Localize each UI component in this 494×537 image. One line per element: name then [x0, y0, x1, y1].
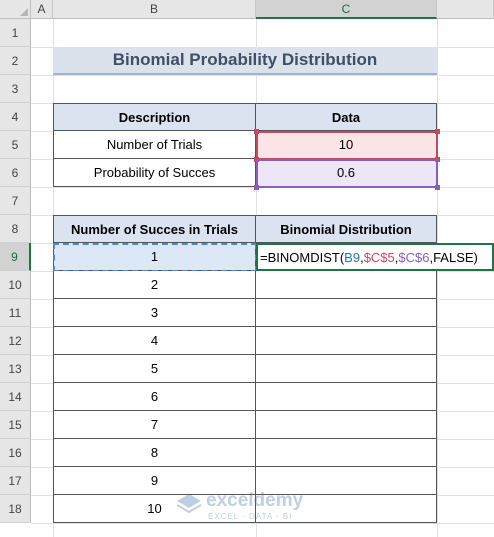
select-all-corner[interactable]	[0, 0, 31, 19]
gridline	[437, 19, 438, 537]
sheet-title[interactable]: Binomial Probability Distribution	[53, 47, 437, 75]
table2-distribution-cell[interactable]	[256, 411, 437, 439]
gridline	[31, 75, 494, 76]
table1-label-trials[interactable]: Number of Trials	[53, 131, 256, 159]
watermark-tagline: EXCEL · DATA · BI	[208, 512, 293, 521]
table2-success-cell[interactable]: 4	[53, 327, 256, 355]
reference-handle[interactable]	[254, 157, 259, 162]
row-header-14[interactable]: 14	[0, 383, 31, 411]
row-header-6[interactable]: 6	[0, 159, 31, 187]
row-header-7[interactable]: 7	[0, 187, 31, 215]
column-header-c[interactable]: C	[256, 0, 437, 19]
table2-distribution-cell[interactable]	[256, 271, 437, 299]
formula-ref-c6: $C$6	[398, 249, 430, 265]
row-header-11[interactable]: 11	[0, 299, 31, 327]
table2-success-cell[interactable]: 2	[53, 271, 256, 299]
table2-success-cell[interactable]: 3	[53, 299, 256, 327]
row-header-8[interactable]: 8	[0, 215, 31, 243]
row-header-4[interactable]: 4	[0, 103, 31, 131]
table2-distribution-cell[interactable]	[256, 439, 437, 467]
row-header-17[interactable]: 17	[0, 467, 31, 495]
column-header-d[interactable]	[437, 0, 494, 19]
formula-suffix: ,FALSE)	[429, 249, 478, 265]
table1-header-data[interactable]: Data	[256, 103, 437, 131]
row-header-10[interactable]: 10	[0, 271, 31, 299]
reference-handle[interactable]	[435, 185, 440, 190]
exceldemy-watermark: exceldemy EXCEL · DATA · BI	[176, 490, 326, 524]
select-all-triangle-icon	[20, 8, 28, 16]
table1-header-description[interactable]: Description	[53, 103, 256, 131]
formula-ref-b9: B9	[344, 249, 361, 265]
column-header-a[interactable]: A	[31, 0, 53, 19]
row-header-12[interactable]: 12	[0, 327, 31, 355]
row-header-2[interactable]: 2	[0, 47, 31, 75]
table2-distribution-cell[interactable]	[256, 355, 437, 383]
row-header-13[interactable]: 13	[0, 355, 31, 383]
gridline	[31, 187, 494, 188]
table1-value-probability[interactable]: 0.6	[256, 159, 437, 187]
table2-success-cell[interactable]: 1	[53, 243, 256, 271]
table2-success-cell[interactable]: 6	[53, 383, 256, 411]
reference-handle[interactable]	[254, 185, 259, 190]
formula-ref-c5: $C$5	[363, 249, 395, 265]
exceldemy-logo-icon	[176, 494, 202, 514]
reference-handle[interactable]	[254, 129, 259, 134]
row-header-18[interactable]: 18	[0, 495, 31, 523]
row-header-16[interactable]: 16	[0, 439, 31, 467]
formula-prefix: =BINOMDIST(	[260, 249, 345, 265]
watermark-name: exceldemy	[206, 490, 304, 511]
reference-handle[interactable]	[435, 129, 440, 134]
active-cell-formula-input[interactable]: =BINOMDIST(B9, $C$5, $C$6 ,FALSE)	[256, 243, 494, 271]
table2-distribution-cell[interactable]	[256, 383, 437, 411]
table2-distribution-cell[interactable]	[256, 299, 437, 327]
row-header-1[interactable]: 1	[0, 19, 31, 47]
column-header-b[interactable]: B	[53, 0, 256, 19]
table2-header-successes[interactable]: Number of Succes in Trials	[53, 215, 256, 243]
row-header-3[interactable]: 3	[0, 75, 31, 103]
row-header-15[interactable]: 15	[0, 411, 31, 439]
table2-success-cell[interactable]: 5	[53, 355, 256, 383]
table2-success-cell[interactable]: 7	[53, 411, 256, 439]
row-header-9[interactable]: 9	[0, 243, 31, 271]
table1-value-trials[interactable]: 10	[256, 131, 437, 159]
table2-distribution-cell[interactable]	[256, 327, 437, 355]
reference-handle[interactable]	[435, 157, 440, 162]
table2-success-cell[interactable]: 8	[53, 439, 256, 467]
row-header-5[interactable]: 5	[0, 131, 31, 159]
spreadsheet-grid: A B C 1 2 3 4 5 6 7 8 9 10 11 12 13 14 1…	[0, 0, 494, 537]
table2-header-distribution[interactable]: Binomial Distribution	[256, 215, 437, 243]
table1-label-probability[interactable]: Probability of Succes	[53, 159, 256, 187]
